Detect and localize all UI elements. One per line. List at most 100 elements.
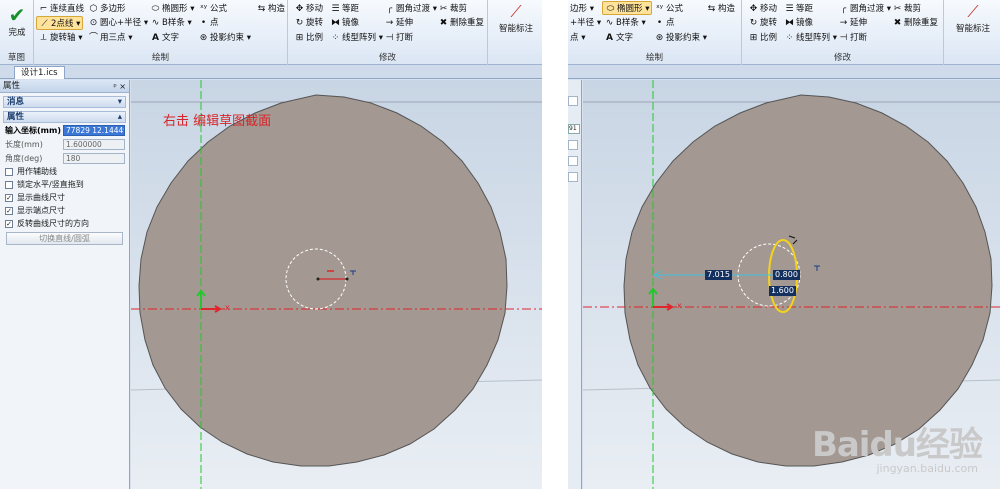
extend-button-right[interactable]: → 延伸 [836,16,869,30]
x-axis-label: x [225,303,230,312]
coord-input[interactable]: 77829 12.144490 [63,125,125,136]
strip-field-2[interactable] [568,140,578,150]
fillet-button-right[interactable]: ╭ 圆角过渡 ▾ [836,2,893,16]
length-row: 长度(mm) 1.600000 [3,138,126,151]
finish-button[interactable]: ✔ 完成 [2,4,32,38]
move-icon: ✥ [295,4,304,14]
dim-length[interactable]: 1.600 [769,286,796,296]
move-button[interactable]: ✥ 移动 [292,2,325,16]
fillet-icon: ╭ [840,4,847,14]
strip-value-field[interactable]: 91 [568,124,580,134]
dim-horizontal[interactable]: 7.015 [705,270,732,280]
rotate-button[interactable]: ↻ 旋转 [292,16,325,30]
panel-controls[interactable]: ᵖ × [113,80,126,93]
point-button[interactable]: • 点 [196,16,221,30]
rotate-axis-button[interactable]: ⟂ 旋转轴 ▾ [36,31,84,45]
construct-icon: ⇆ [257,4,266,14]
project-constraint-button[interactable]: ⊛ 投影约束 ▾ [196,31,253,45]
rotate-icon: ↻ [295,18,304,28]
left-sketch-canvas[interactable]: 右击 编辑草图截面 x [131,80,542,489]
strip-field-4[interactable] [568,172,578,182]
strip-dropdown[interactable] [568,96,578,106]
bspline-button[interactable]: ∿ B样条 ▾ [148,16,194,30]
delete-dup-button[interactable]: ✖ 删除重复 [436,16,486,30]
checkbox-box[interactable] [5,168,13,176]
polygon-icon: ⬡ [89,4,98,14]
delete-dup-label: 删除重复 [450,18,485,28]
array-icon: ⁘ [331,33,340,43]
checkbox-box[interactable]: ✓ [5,207,13,215]
smart-dim-label: 智能标注 [498,24,533,34]
linear-array-button[interactable]: ⁘ 线型阵列 ▾ [328,31,385,45]
scale-button[interactable]: ⊞ 比例 [292,31,325,45]
finish-label: 完成 [8,28,26,38]
ellipse-button-right[interactable]: ⬭ 椭圆形 ▾ [602,1,653,15]
checkbox-curve-dim[interactable]: ✓ 显示曲线尺寸 [3,192,126,204]
text-button[interactable]: A 文字 [148,31,181,45]
props-section[interactable]: 属性 ▴ [3,111,126,123]
move-button-right[interactable]: ✥ 移动 [746,2,779,16]
extend-button[interactable]: → 延伸 [382,16,415,30]
angle-label: 角度(deg) [5,154,43,163]
checkbox-endpoint-dim[interactable]: ✓ 显示端点尺寸 [3,205,126,217]
message-section[interactable]: 消息 ▾ [3,96,126,108]
checkbox-label: 显示曲线尺寸 [17,193,65,202]
formula-button-right[interactable]: ˣʸ 公式 [652,2,685,16]
checkbox-lock-hv[interactable]: 锁定水平/竖直拖到 [3,179,126,191]
bspline-button-right[interactable]: ∿ B样条 ▾ [602,16,648,30]
construct-button[interactable]: ⇆ 构造 [254,2,287,16]
trim-button-right[interactable]: ✂ 裁剪 [890,2,923,16]
rotate-button-right[interactable]: ↻ 旋转 [746,16,779,30]
circle-radius-button-right[interactable]: +半径 ▾ [568,16,603,30]
break-button-right[interactable]: ⊣ 打断 [836,31,869,45]
checkbox-reverse-dim[interactable]: ✓ 反转曲线尺寸的方向 [3,218,126,230]
linear-array-button-right[interactable]: ⁘ 线型阵列 ▾ [782,31,839,45]
construct-button-right[interactable]: ⇆ 构造 [704,2,737,16]
project-icon: ⊛ [655,33,664,43]
switch-line-arc-button[interactable]: 切换直线/圆弧 [6,232,123,245]
project-constraint-button-right[interactable]: ⊛ 投影约束 ▾ [652,31,709,45]
formula-button[interactable]: ˣʸ 公式 [196,2,229,16]
scale-button-right[interactable]: ⊞ 比例 [746,31,779,45]
mirror-button[interactable]: ⧓ 镜像 [328,16,361,30]
checkbox-aux-line[interactable]: 用作辅助线 [3,166,126,178]
text-icon: A [152,33,159,43]
smart-dim-button-right[interactable]: ⟋ 智能标注 [948,2,998,34]
equidistant-button-right[interactable]: ☰ 等距 [782,2,815,16]
dim-vertical[interactable]: 0.800 [773,270,800,280]
angle-input[interactable]: 180 [63,153,125,164]
delete-dup-button-right[interactable]: ✖ 删除重复 [890,16,940,30]
tab-design1[interactable]: 设计1.ics [14,66,65,79]
length-input[interactable]: 1.600000 [63,139,125,150]
polygon-button-right[interactable]: 边形 ▾ [568,2,596,16]
pin-icon[interactable]: ᵖ [113,82,116,91]
mirror-button-right[interactable]: ⧓ 镜像 [782,16,815,30]
three-point-button[interactable]: ⌒ 用三点 ▾ [86,31,134,45]
line2pt-button[interactable]: ⟋ 2点线 ▾ [36,16,84,30]
break-button[interactable]: ⊣ 打断 [382,31,415,45]
extend-label: 延伸 [396,18,414,28]
equidistant-label-right: 等距 [796,4,814,14]
polygon-label-right: 边形 [570,4,588,14]
trim-button[interactable]: ✂ 裁剪 [436,2,469,16]
close-icon[interactable]: × [119,82,126,91]
trim-icon: ✂ [439,4,448,14]
polyline-button[interactable]: ⌐ 连续直线 [36,2,86,16]
point-button-right[interactable]: • 点 [652,16,677,30]
checkbox-box[interactable] [5,181,13,189]
line2pt-label: 2点线 [51,19,74,29]
ellipse-button[interactable]: ⬭ 椭圆形 ▾ [148,2,196,16]
equidistant-button[interactable]: ☰ 等距 [328,2,361,16]
polygon-button[interactable]: ⬡ 多边形 [86,2,128,16]
checkbox-box[interactable]: ✓ [5,220,13,228]
three-point-button-right[interactable]: 点 ▾ [568,31,587,45]
smart-dim-button[interactable]: ⟋ 智能标注 [492,2,540,34]
checkbox-box[interactable]: ✓ [5,194,13,202]
text-button-right[interactable]: A 文字 [602,31,635,45]
strip-field-3[interactable] [568,156,578,166]
formula-icon: ˣʸ [655,4,664,14]
panel-strip-right: 91 [568,80,582,489]
panel-title: 属性 ᵖ × [0,80,129,93]
circle-radius-button[interactable]: ⊙ 圆心+半径 ▾ [86,16,150,30]
fillet-button[interactable]: ╭ 圆角过渡 ▾ [382,2,439,16]
